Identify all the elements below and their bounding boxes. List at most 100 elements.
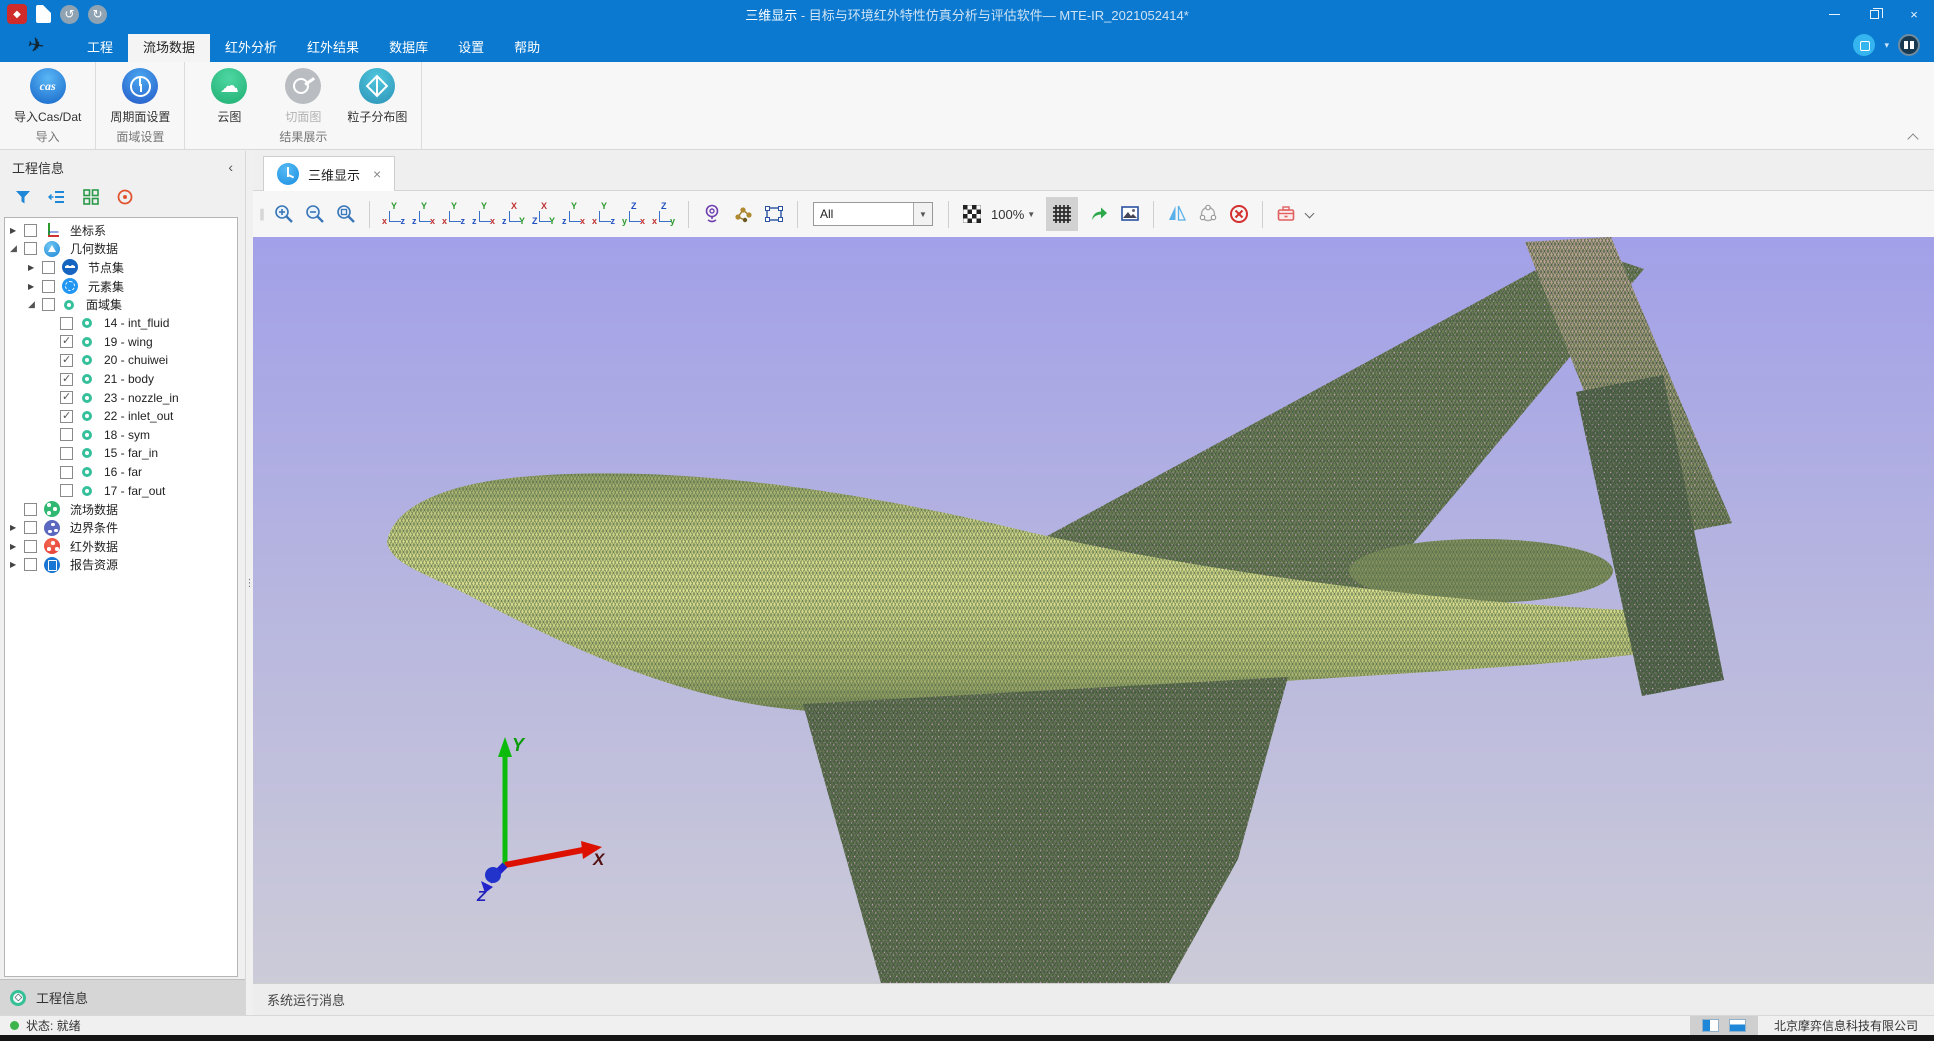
tab-3d-view[interactable]: 三维显示 × bbox=[263, 156, 395, 191]
opacity-checker-icon[interactable] bbox=[958, 199, 986, 229]
ring-nodes-icon[interactable] bbox=[1194, 199, 1222, 229]
restore-button[interactable] bbox=[1854, 0, 1894, 28]
tree-checkbox[interactable] bbox=[60, 335, 73, 348]
ribbon-button[interactable]: 导入Cas/Dat bbox=[8, 67, 87, 126]
dropdown-arrow-icon[interactable]: ▼ bbox=[913, 203, 932, 225]
toolbar-grip[interactable]: ∥ bbox=[259, 207, 263, 221]
menu-item[interactable]: 数据库 bbox=[374, 34, 443, 62]
panel-collapse-icon[interactable]: ‹ bbox=[228, 159, 233, 175]
tree-item[interactable]: 15 - far_in bbox=[5, 444, 237, 463]
tree-checkbox[interactable] bbox=[60, 484, 73, 497]
menu-item[interactable]: 红外分析 bbox=[210, 34, 292, 62]
tree-checkbox[interactable] bbox=[60, 410, 73, 423]
package-box-icon[interactable] bbox=[1272, 199, 1300, 229]
view-orientation-icon[interactable]: Y x z bbox=[382, 202, 406, 226]
zoom-fit-icon[interactable] bbox=[332, 199, 360, 229]
tree-item[interactable]: 面域集 bbox=[5, 295, 237, 314]
tree-checkbox[interactable] bbox=[24, 224, 37, 237]
tree-checkbox[interactable] bbox=[60, 428, 73, 441]
zoom-in-icon[interactable] bbox=[270, 199, 298, 229]
app-menu-button[interactable]: ◆ bbox=[7, 4, 27, 24]
redo-icon[interactable]: ↻ bbox=[88, 5, 107, 24]
ribbon-button[interactable]: 切面图 bbox=[267, 67, 339, 126]
mesh-display-toggle[interactable] bbox=[1046, 197, 1078, 231]
surface-filter-dropdown[interactable]: All ▼ bbox=[813, 202, 933, 226]
view-orientation-icon[interactable]: Y z x bbox=[472, 202, 496, 226]
tree-expander-icon[interactable] bbox=[10, 542, 24, 551]
tree-checkbox[interactable] bbox=[60, 466, 73, 479]
tree-expander-icon[interactable] bbox=[10, 243, 24, 254]
panel-splitter[interactable]: ⋮ bbox=[245, 151, 253, 1015]
tree-item[interactable]: 20 - chuiwei bbox=[5, 351, 237, 370]
camera-view-icon[interactable] bbox=[698, 199, 726, 229]
screenshot-icon[interactable] bbox=[1116, 199, 1144, 229]
locate-target-icon[interactable] bbox=[116, 188, 134, 211]
tree-item[interactable]: 坐标系 bbox=[5, 221, 237, 240]
tree-item[interactable]: 14 - int_fluid bbox=[5, 314, 237, 333]
tree-expander-icon[interactable] bbox=[28, 299, 42, 310]
tree-item[interactable]: 元素集 bbox=[5, 277, 237, 296]
ribbon-button[interactable]: 云图 bbox=[193, 67, 265, 126]
delete-icon[interactable] bbox=[1225, 199, 1253, 229]
panel-footer-tab[interactable]: 工程信息 bbox=[0, 979, 245, 1015]
tree-checkbox[interactable] bbox=[24, 558, 37, 571]
undo-icon[interactable]: ↺ bbox=[60, 5, 79, 24]
grid-view-icon[interactable] bbox=[82, 188, 100, 211]
run-panel-icon[interactable] bbox=[1853, 34, 1875, 56]
tree-item[interactable]: 22 - inlet_out bbox=[5, 407, 237, 426]
menu-item[interactable]: 工程 bbox=[72, 34, 128, 62]
tree-item[interactable]: 23 - nozzle_in bbox=[5, 388, 237, 407]
tree-item[interactable]: 节点集 bbox=[5, 258, 237, 277]
particles-display-icon[interactable] bbox=[729, 199, 757, 229]
run-dropdown-caret-icon[interactable]: ▾ bbox=[1884, 40, 1889, 51]
tree-checkbox[interactable] bbox=[24, 540, 37, 553]
ribbon-button[interactable]: 粒子分布图 bbox=[341, 67, 413, 126]
tree-checkbox[interactable] bbox=[60, 391, 73, 404]
tree-item[interactable]: 21 - body bbox=[5, 370, 237, 389]
tab-close-icon[interactable]: × bbox=[373, 166, 381, 182]
view-orientation-icon[interactable]: Y z x bbox=[412, 202, 436, 226]
view-orientation-icon[interactable]: Z y x bbox=[622, 202, 646, 226]
tree-checkbox[interactable] bbox=[42, 280, 55, 293]
tree-checkbox[interactable] bbox=[24, 521, 37, 534]
tree-expander-icon[interactable] bbox=[10, 560, 24, 569]
minimize-button[interactable] bbox=[1814, 0, 1854, 28]
tree-item[interactable]: 边界条件 bbox=[5, 519, 237, 538]
tree-expander-icon[interactable] bbox=[10, 523, 24, 532]
filter-icon[interactable] bbox=[14, 188, 32, 211]
layout-split-vertical-icon[interactable] bbox=[1702, 1019, 1719, 1032]
view-orientation-icon[interactable]: Y x z bbox=[442, 202, 466, 226]
help-manual-icon[interactable] bbox=[1898, 34, 1920, 56]
tree-checkbox[interactable] bbox=[42, 261, 55, 274]
close-button[interactable]: × bbox=[1894, 0, 1934, 28]
tree-item[interactable]: 流场数据 bbox=[5, 500, 237, 519]
view-orientation-icon[interactable]: X z Y bbox=[502, 202, 526, 226]
mirror-icon[interactable] bbox=[1163, 199, 1191, 229]
tree-expander-icon[interactable] bbox=[28, 282, 42, 291]
ribbon-button[interactable]: 周期面设置 bbox=[104, 67, 176, 126]
menu-item[interactable]: 设置 bbox=[443, 34, 499, 62]
menu-item[interactable]: 帮助 bbox=[499, 34, 555, 62]
view-orientation-icon[interactable]: Y x z bbox=[592, 202, 616, 226]
tree-checkbox[interactable] bbox=[42, 298, 55, 311]
tree-item[interactable]: 16 - far bbox=[5, 463, 237, 482]
tree-checkbox[interactable] bbox=[24, 242, 37, 255]
more-options-chevron-icon[interactable] bbox=[1305, 209, 1315, 219]
tree-checkbox[interactable] bbox=[60, 317, 73, 330]
tree-item[interactable]: 红外数据 bbox=[5, 537, 237, 556]
view-orientation-icon[interactable]: X Z Y bbox=[532, 202, 556, 226]
layout-split-horizontal-icon[interactable] bbox=[1729, 1019, 1746, 1032]
tree-checkbox[interactable] bbox=[60, 373, 73, 386]
tree-item[interactable]: 几何数据 bbox=[5, 240, 237, 259]
tree-item[interactable]: 19 - wing bbox=[5, 333, 237, 352]
menu-item[interactable]: 红外结果 bbox=[292, 34, 374, 62]
view-orientation-icon[interactable]: Z x y bbox=[652, 202, 676, 226]
tree-item[interactable]: 18 - sym bbox=[5, 426, 237, 445]
tree-item[interactable]: 17 - far_out bbox=[5, 481, 237, 500]
3d-viewport[interactable]: Y X Z bbox=[253, 237, 1934, 983]
tree-checkbox[interactable] bbox=[60, 354, 73, 367]
ribbon-collapse-chevron-icon[interactable] bbox=[1909, 132, 1918, 141]
menu-item[interactable]: 流场数据 bbox=[128, 34, 210, 62]
box-select-icon[interactable] bbox=[760, 199, 788, 229]
collapse-tree-icon[interactable] bbox=[48, 188, 66, 211]
